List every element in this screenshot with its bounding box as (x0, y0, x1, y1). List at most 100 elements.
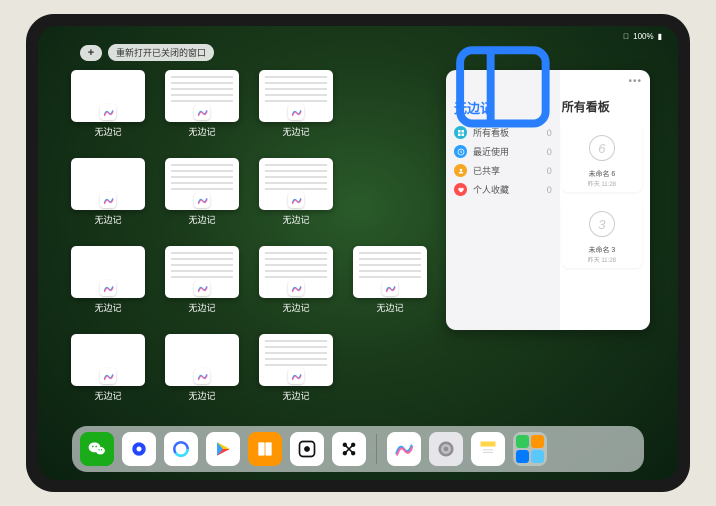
window-preview[interactable] (353, 246, 427, 298)
freeform-app-icon (288, 192, 304, 208)
window-preview[interactable] (71, 158, 145, 210)
new-window-button[interactable]: + (80, 45, 102, 61)
board-card[interactable]: 3未命名 3昨天 11:28 (562, 199, 642, 268)
freeform-app-icon (100, 368, 116, 384)
freeform-app-icon (100, 104, 116, 120)
dock-app-settings[interactable] (429, 432, 463, 466)
dock-app-connect[interactable] (332, 432, 366, 466)
dock-app-play[interactable] (206, 432, 240, 466)
freeform-app-icon (100, 192, 116, 208)
dock-app-notes[interactable] (471, 432, 505, 466)
more-icon[interactable]: ••• (628, 76, 642, 87)
app-window-thumb[interactable]: 无边记 (254, 334, 338, 416)
app-window-thumb[interactable]: 无边记 (160, 246, 244, 328)
main-area: 无边记无边记无边记无边记无边记无边记无边记无边记无边记无边记无边记无边记无边记 … (66, 70, 650, 422)
freeform-side-panel[interactable]: ••• 无边记 所有看板0最近使用0已共享0个人收藏0 所有看板 6未命名 6昨… (446, 70, 650, 330)
window-label: 无边记 (282, 125, 309, 138)
board-name: 未命名 6 (566, 169, 638, 179)
sidebar-item[interactable]: 最近使用 0 (454, 142, 552, 161)
dock-app-library[interactable] (513, 432, 547, 466)
window-preview[interactable] (71, 70, 145, 122)
app-window-thumb[interactable]: 无边记 (66, 158, 150, 240)
app-window-thumb[interactable]: 无边记 (254, 158, 338, 240)
clock-icon (454, 145, 467, 158)
window-preview[interactable] (71, 334, 145, 386)
sidebar-item-count: 0 (547, 147, 552, 157)
ipad-frame: 􀙇 100% ▮ + 重新打开已关闭的窗口 无边记无边记无边记无边记无边记无边记… (26, 14, 690, 492)
app-window-thumb[interactable]: 无边记 (66, 334, 150, 416)
board-name: 未命名 3 (566, 245, 638, 255)
dock-separator (376, 434, 377, 464)
app-window-thumb[interactable]: 无边记 (160, 158, 244, 240)
window-label: 无边记 (188, 213, 215, 226)
window-label: 无边记 (94, 125, 121, 138)
panel-right-title: 所有看板 (562, 98, 642, 115)
app-window-thumb[interactable]: 无边记 (160, 70, 244, 152)
app-window-thumb[interactable]: 无边记 (160, 334, 244, 416)
freeform-app-icon (194, 368, 210, 384)
heart-icon (454, 183, 467, 196)
app-window-thumb[interactable]: 无边记 (254, 70, 338, 152)
battery-icon: ▮ (658, 32, 662, 41)
window-label: 无边记 (188, 125, 215, 138)
sidebar-toggle-icon[interactable] (454, 78, 552, 96)
dock (72, 426, 644, 472)
window-preview[interactable] (259, 70, 333, 122)
freeform-app-icon (382, 280, 398, 296)
sidebar-item-count: 0 (547, 128, 552, 138)
panel-title: 无边记 (454, 98, 552, 117)
status-bar: 􀙇 100% ▮ (38, 29, 678, 43)
dock-app-wechat[interactable] (80, 432, 114, 466)
sidebar-item-label: 所有看板 (473, 126, 509, 139)
window-preview[interactable] (165, 334, 239, 386)
grid-icon (454, 126, 467, 139)
window-preview[interactable] (165, 246, 239, 298)
sidebar-item[interactable]: 个人收藏0 (454, 180, 552, 199)
board-preview: 3 (566, 203, 638, 245)
board-preview: 6 (566, 127, 638, 169)
window-preview[interactable] (165, 158, 239, 210)
board-time: 昨天 11:28 (566, 179, 638, 188)
dock-app-quark[interactable] (164, 432, 198, 466)
app-window-thumb[interactable]: 无边记 (254, 246, 338, 328)
battery-text: 100% (633, 32, 653, 41)
freeform-app-icon (288, 104, 304, 120)
screen: 􀙇 100% ▮ + 重新打开已关闭的窗口 无边记无边记无边记无边记无边记无边记… (38, 26, 678, 480)
dock-app-books[interactable] (248, 432, 282, 466)
freeform-app-icon (194, 280, 210, 296)
app-window-thumb[interactable]: 无边记 (66, 70, 150, 152)
window-preview[interactable] (165, 70, 239, 122)
window-label: 无边记 (94, 389, 121, 402)
board-card[interactable]: 6未命名 6昨天 11:28 (562, 123, 642, 192)
app-window-thumb[interactable]: 无边记 (348, 246, 432, 328)
panel-content: 所有看板 6未命名 6昨天 11:283未命名 3昨天 11:28 (556, 78, 642, 322)
freeform-app-icon (194, 104, 210, 120)
window-label: 无边记 (188, 301, 215, 314)
window-preview[interactable] (259, 158, 333, 210)
reopen-closed-window-button[interactable]: 重新打开已关闭的窗口 (108, 44, 214, 61)
window-label: 无边记 (376, 301, 403, 314)
window-preview[interactable] (259, 334, 333, 386)
window-label: 无边记 (282, 301, 309, 314)
board-time: 昨天 11:28 (566, 255, 638, 264)
window-label: 无边记 (282, 213, 309, 226)
dock-app-widgets[interactable] (290, 432, 324, 466)
dock-app-freeform[interactable] (387, 432, 421, 466)
app-window-thumb[interactable]: 无边记 (66, 246, 150, 328)
window-preview[interactable] (71, 246, 145, 298)
people-icon (454, 164, 467, 177)
window-label: 无边记 (282, 389, 309, 402)
sidebar-item-label: 个人收藏 (473, 183, 509, 196)
panel-sidebar: 无边记 所有看板 0 最近使用 0 已共享 0 个人收藏0 (454, 78, 552, 322)
sidebar-item[interactable]: 已共享 0 (454, 161, 552, 180)
sidebar-item[interactable]: 所有看板 0 (454, 123, 552, 142)
sidebar-item-label: 已共享 (473, 164, 500, 177)
window-label: 无边记 (188, 389, 215, 402)
freeform-app-icon (288, 368, 304, 384)
dock-app-browser[interactable] (122, 432, 156, 466)
freeform-app-icon (288, 280, 304, 296)
window-preview[interactable] (259, 246, 333, 298)
sidebar-item-count: 0 (547, 166, 552, 176)
window-grid: 无边记无边记无边记无边记无边记无边记无边记无边记无边记无边记无边记无边记无边记 (66, 70, 432, 422)
sidebar-item-label: 最近使用 (473, 145, 509, 158)
